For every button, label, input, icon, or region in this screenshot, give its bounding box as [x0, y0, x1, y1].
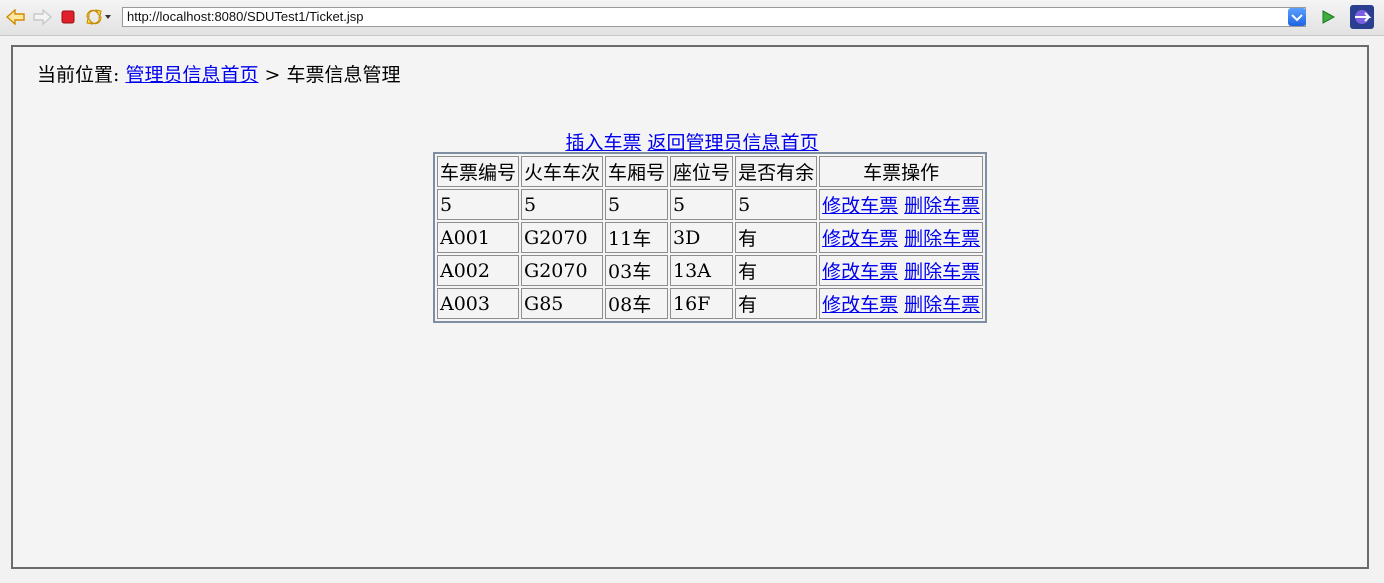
cell-operations: 修改车票 删除车票 — [819, 222, 984, 253]
back-admin-home-link[interactable]: 返回管理员信息首页 — [648, 132, 819, 154]
cell-available: 有 — [735, 255, 818, 286]
url-input[interactable]: http://localhost:8080/SDUTest1/Ticket.js… — [122, 7, 1306, 27]
refresh-icon[interactable] — [84, 7, 112, 27]
breadcrumb-separator: > — [258, 64, 287, 86]
breadcrumb-prefix: 当前位置: — [37, 64, 126, 86]
cell-operations: 修改车票 删除车票 — [819, 189, 984, 220]
delete-ticket-link[interactable]: 删除车票 — [904, 195, 980, 217]
insert-ticket-link[interactable]: 插入车票 — [565, 132, 641, 154]
delete-ticket-link[interactable]: 删除车票 — [904, 294, 980, 316]
cell-carriage: 5 — [605, 189, 669, 220]
ticket-table-wrapper: 车票编号 火车车次 车厢号 座位号 是否有余 车票操作 5 5 5 5 5 修改… — [433, 152, 988, 323]
cell-operations: 修改车票 删除车票 — [819, 255, 984, 286]
cell-carriage: 11车 — [605, 222, 669, 253]
cell-carriage: 03车 — [605, 255, 669, 286]
cell-train-number: G85 — [521, 288, 604, 319]
cell-available: 5 — [735, 189, 818, 220]
table-row: A003 G85 08车 16F 有 修改车票 删除车票 — [437, 288, 984, 319]
cell-train-number: 5 — [521, 189, 604, 220]
cell-seat: 3D — [670, 222, 734, 253]
breadcrumb: 当前位置: 管理员信息首页 > 车票信息管理 — [37, 60, 400, 87]
cell-seat: 5 — [670, 189, 734, 220]
edit-ticket-link[interactable]: 修改车票 — [822, 294, 898, 316]
cell-ticket-id: A001 — [437, 222, 520, 253]
edit-ticket-link[interactable]: 修改车票 — [822, 261, 898, 283]
cell-train-number: G2070 — [521, 255, 604, 286]
table-row: 5 5 5 5 5 修改车票 删除车票 — [437, 189, 984, 220]
go-icon[interactable] — [1318, 7, 1338, 27]
forward-icon[interactable] — [32, 7, 52, 27]
header-operations: 车票操作 — [819, 156, 984, 187]
header-available: 是否有余 — [735, 156, 818, 187]
edit-ticket-link[interactable]: 修改车票 — [822, 228, 898, 250]
ticket-table: 车票编号 火车车次 车厢号 座位号 是否有余 车票操作 5 5 5 5 5 修改… — [433, 152, 988, 323]
header-ticket-id: 车票编号 — [437, 156, 520, 187]
table-row: A001 G2070 11车 3D 有 修改车票 删除车票 — [437, 222, 984, 253]
eclipse-icon[interactable] — [1350, 5, 1374, 29]
table-row: A002 G2070 03车 13A 有 修改车票 删除车票 — [437, 255, 984, 286]
delete-ticket-link[interactable]: 删除车票 — [904, 228, 980, 250]
cell-available: 有 — [735, 222, 818, 253]
cell-available: 有 — [735, 288, 818, 319]
breadcrumb-current: 车票信息管理 — [286, 64, 401, 86]
header-seat: 座位号 — [670, 156, 734, 187]
browser-toolbar: http://localhost:8080/SDUTest1/Ticket.js… — [0, 0, 1384, 36]
delete-ticket-link[interactable]: 删除车票 — [904, 261, 980, 283]
cell-train-number: G2070 — [521, 222, 604, 253]
cell-seat: 13A — [670, 255, 734, 286]
admin-home-link[interactable]: 管理员信息首页 — [125, 64, 258, 86]
cell-ticket-id: A003 — [437, 288, 520, 319]
edit-ticket-link[interactable]: 修改车票 — [822, 195, 898, 217]
cell-operations: 修改车票 删除车票 — [819, 288, 984, 319]
cell-ticket-id: A002 — [437, 255, 520, 286]
action-links: 插入车票 返回管理员信息首页 — [0, 128, 1384, 155]
cell-seat: 16F — [670, 288, 734, 319]
header-train-number: 火车车次 — [521, 156, 604, 187]
cell-carriage: 08车 — [605, 288, 669, 319]
stop-icon[interactable] — [58, 7, 78, 27]
header-carriage: 车厢号 — [605, 156, 669, 187]
table-header-row: 车票编号 火车车次 车厢号 座位号 是否有余 车票操作 — [437, 156, 984, 187]
chevron-down-icon[interactable] — [1288, 8, 1306, 26]
back-icon[interactable] — [6, 7, 26, 27]
cell-ticket-id: 5 — [437, 189, 520, 220]
